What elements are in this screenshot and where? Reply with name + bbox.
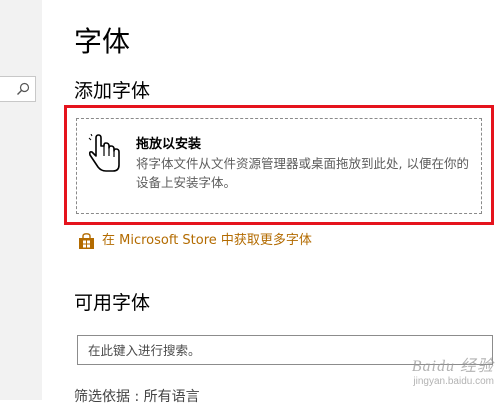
watermark-logo: Baidu 经验	[411, 358, 494, 375]
sidebar-search-box[interactable]	[0, 76, 36, 102]
add-fonts-heading: 添加字体	[74, 80, 151, 102]
sidebar	[0, 0, 42, 400]
store-bag-icon	[79, 232, 94, 249]
microsoft-store-link[interactable]: 在 Microsoft Store 中获取更多字体	[78, 231, 312, 251]
drop-zone-title: 拖放以安装	[136, 137, 202, 152]
search-icon[interactable]	[16, 82, 30, 96]
watermark-url: jingyan.baidu.com	[413, 376, 494, 387]
hand-cursor-icon	[88, 134, 120, 172]
microsoft-store-link-label[interactable]: 在 Microsoft Store 中获取更多字体	[102, 232, 312, 250]
watermark: Baidu 经验 jingyan.baidu.com	[412, 352, 494, 387]
filter-label: 筛选依据 : 所有语言	[74, 389, 200, 405]
drop-zone-description: 将字体文件从文件资源管理器或桌面拖放到此处, 以便在你的设备上安装字体。	[136, 156, 469, 190]
available-fonts-heading: 可用字体	[74, 292, 151, 314]
page-title: 字体	[74, 25, 131, 58]
